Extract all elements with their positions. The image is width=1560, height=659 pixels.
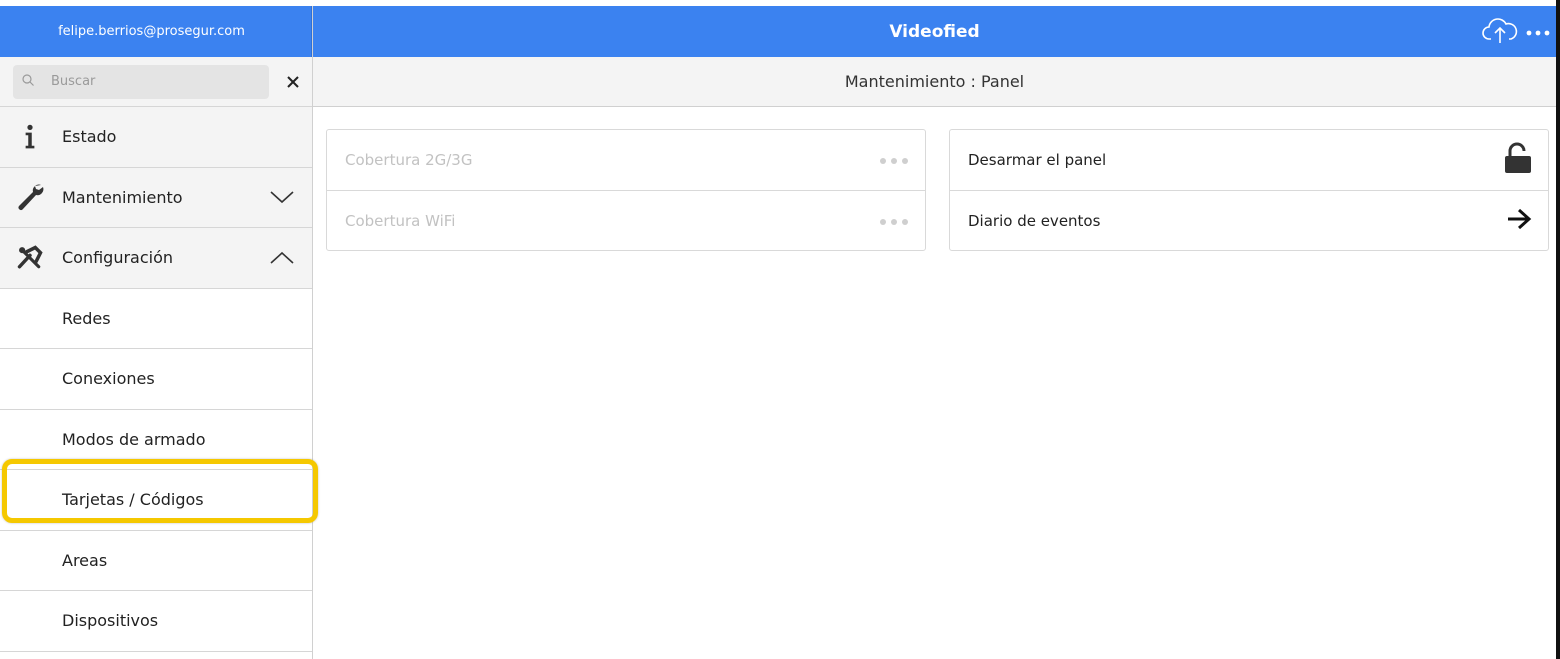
more-dots-icon <box>879 212 909 230</box>
sub-header: Mantenimiento : Panel <box>313 57 1556 107</box>
search-box[interactable] <box>13 64 269 99</box>
sidebar-item-modos-de-armado[interactable]: Modos de armado <box>0 410 312 470</box>
app-window: felipe.berrios@prosegur.com Buscar Estad… <box>0 6 1556 659</box>
sidebar-item-redes[interactable]: Redes <box>0 289 312 349</box>
page-title: Mantenimiento : Panel <box>844 72 1025 91</box>
sidebar-item-dispositivos[interactable]: Dispositivos <box>0 591 312 652</box>
coverage-card: Cobertura 2G/3G Cobertura WiFi <box>326 129 926 251</box>
disarm-panel-row[interactable]: Desarmar el panel <box>950 130 1548 190</box>
coverage-2g3g-row[interactable]: Cobertura 2G/3G <box>327 130 925 190</box>
chevron-down-icon[interactable] <box>252 189 312 205</box>
event-log-label: Diario de eventos <box>968 211 1101 230</box>
sidebar: felipe.berrios@prosegur.com Buscar Estad… <box>0 6 313 659</box>
coverage-2g3g-label: Cobertura 2G/3G <box>345 151 473 169</box>
user-email: felipe.berrios@prosegur.com <box>58 24 245 39</box>
more-dots-icon <box>879 151 909 169</box>
cloud-upload-icon[interactable] <box>1482 16 1518 48</box>
sidebar-item-label: Tarjetas / Códigos <box>62 490 204 510</box>
tools-icon <box>0 244 62 272</box>
sidebar-item-label: Estado <box>62 127 117 147</box>
sidebar-item-label: Mantenimiento <box>62 187 183 207</box>
arrow-right-icon <box>1506 208 1532 234</box>
more-options-icon[interactable] <box>1526 22 1550 41</box>
panel-actions-card: Desarmar el panel Diario de eventos <box>949 129 1549 251</box>
clear-search-button[interactable] <box>283 72 302 92</box>
window-edge <box>1556 0 1560 659</box>
sidebar-item-label: Redes <box>62 308 111 328</box>
app-title: Videofied <box>889 21 980 42</box>
sidebar-item-mantenimiento[interactable]: Mantenimiento <box>0 167 312 228</box>
main-panel: Videofied Mantenimiento: Panel Cobertur… <box>313 6 1556 659</box>
close-icon <box>286 75 299 88</box>
sidebar-item-estado[interactable]: Estado <box>0 107 312 168</box>
unlock-icon <box>1504 142 1532 178</box>
sidebar-item-tarjetas-codigos[interactable]: Tarjetas / Códigos <box>0 470 312 531</box>
search-row <box>0 57 312 107</box>
sidebar-item-conexiones[interactable]: Conexiones <box>0 349 312 410</box>
disarm-panel-label: Desarmar el panel <box>968 151 1107 169</box>
coverage-wifi-label: Cobertura WiFi <box>345 211 456 230</box>
sidebar-item-label: Configuración <box>62 248 174 268</box>
sidebar-item-label: Conexiones <box>62 369 155 389</box>
header-actions <box>1482 6 1550 57</box>
sidebar-item-label: Dispositivos <box>62 611 159 631</box>
app-header: Videofied <box>313 6 1556 57</box>
sidebar-item-configuracion[interactable]: Configuración <box>0 228 312 289</box>
coverage-wifi-row[interactable]: Cobertura WiFi <box>327 190 925 250</box>
sidebar-item-areas[interactable]: Areas <box>0 531 312 591</box>
search-icon <box>21 72 35 91</box>
sidebar-item-label: Modos de armado <box>62 429 206 449</box>
sidebar-header: felipe.berrios@prosegur.com <box>0 6 312 57</box>
event-log-row[interactable]: Diario de eventos <box>950 190 1548 250</box>
chevron-up-icon[interactable] <box>252 250 312 266</box>
info-icon <box>0 122 62 152</box>
sidebar-item-label: Areas <box>62 550 108 570</box>
search-input[interactable] <box>49 73 239 90</box>
wrench-icon <box>0 181 62 213</box>
